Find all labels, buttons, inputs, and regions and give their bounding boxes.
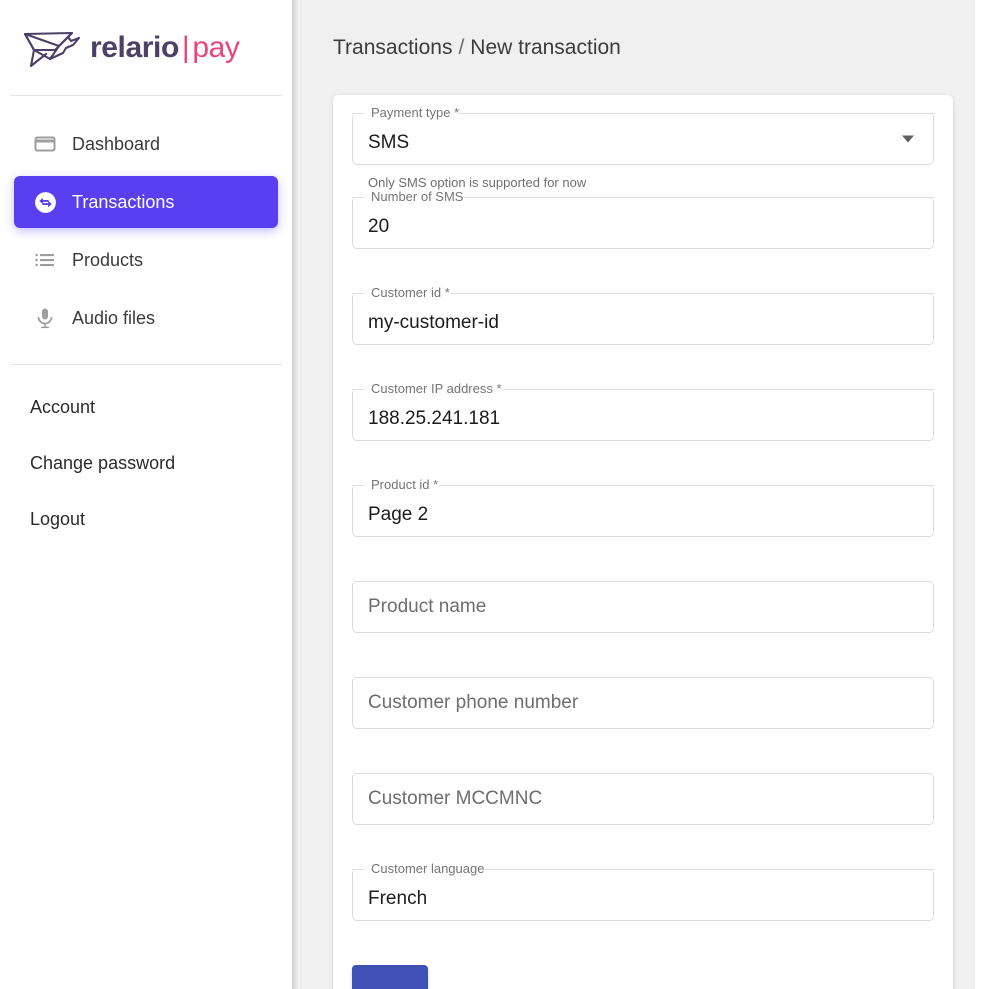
- number-of-sms-value[interactable]: 20: [368, 216, 389, 238]
- sidebar-item-change-password[interactable]: Change password: [0, 435, 292, 491]
- origami-bird-icon: [23, 31, 81, 67]
- submit-button[interactable]: [352, 965, 428, 989]
- page-right-edge: [975, 0, 985, 989]
- customer-id-value[interactable]: my-customer-id: [368, 312, 499, 334]
- submit-spacer: [352, 927, 934, 965]
- brand-wordmark: relario | pay: [90, 31, 240, 65]
- sidebar-nav: Dashboard Transactions Products Audio fi…: [0, 96, 292, 344]
- product-id-field[interactable]: Product id * Page 2: [352, 477, 934, 537]
- field-label: Payment type *: [371, 105, 460, 120]
- brand-logo[interactable]: relario | pay: [0, 0, 292, 95]
- sidebar-item-audio-files[interactable]: Audio files: [14, 292, 278, 344]
- breadcrumb-parent[interactable]: Transactions: [333, 36, 452, 59]
- brand-name: relario: [90, 30, 179, 64]
- product-name-field[interactable]: Product name: [352, 581, 934, 633]
- field-label: Customer id *: [371, 285, 450, 300]
- customer-mccmnc-field[interactable]: Customer MCCMNC: [352, 773, 934, 825]
- field-label: Number of SMS: [371, 189, 464, 204]
- field-label: Product id *: [371, 477, 439, 492]
- form-fields: Payment type * SMS Only SMS option is supp…: [352, 105, 934, 989]
- customer-phone-number-field[interactable]: Customer phone number: [352, 677, 934, 729]
- microphone-icon: [32, 305, 58, 331]
- sidebar-item-label: Logout: [30, 508, 86, 529]
- chevron-down-icon[interactable]: [902, 135, 914, 143]
- sidebar-item-label: Change password: [30, 452, 176, 473]
- breadcrumb: Transactions / New transaction: [300, 0, 975, 60]
- payment-type-value[interactable]: SMS: [368, 132, 409, 154]
- field-label: Customer language: [371, 861, 485, 876]
- customer-mccmnc-placeholder[interactable]: Customer MCCMNC: [368, 788, 542, 810]
- sidebar: relario | pay Dashboard Transactions Pro…: [0, 0, 292, 989]
- brand-separator: |: [181, 30, 190, 64]
- sidebar-item-label: Transactions: [72, 191, 175, 212]
- sidebar-item-label: Dashboard: [72, 133, 161, 154]
- app-window: relario | pay Dashboard Transactions Pro…: [0, 0, 985, 989]
- sidebar-secondary-nav: Account Change password Logout: [0, 365, 292, 547]
- sidebar-item-label: Audio files: [72, 307, 156, 328]
- list-icon: [32, 247, 58, 273]
- sidebar-item-label: Account: [30, 396, 96, 417]
- brand-suffix: pay: [192, 30, 240, 64]
- product-id-value[interactable]: Page 2: [368, 504, 428, 526]
- breadcrumb-current: New transaction: [470, 36, 621, 59]
- customer-language-field[interactable]: Customer language French: [352, 861, 934, 921]
- sidebar-item-logout[interactable]: Logout: [0, 491, 292, 547]
- field-spacer: [352, 639, 934, 677]
- field-spacer: [352, 735, 934, 773]
- sidebar-item-transactions[interactable]: Transactions: [14, 176, 278, 228]
- customer-ip-address-field[interactable]: Customer IP address * 188.25.241.181: [352, 381, 934, 441]
- customer-language-value[interactable]: French: [368, 888, 427, 910]
- sidebar-item-account[interactable]: Account: [0, 379, 292, 435]
- breadcrumb-separator: /: [458, 36, 465, 59]
- new-transaction-form-card: Payment type * SMS Only SMS option is supp…: [333, 95, 953, 989]
- main-content: Transactions / New transaction Payment typ…: [300, 0, 975, 989]
- sidebar-item-label: Products: [72, 249, 144, 270]
- field-spacer: [352, 543, 934, 581]
- credit-card-icon: [32, 131, 58, 157]
- field-label: Customer IP address *: [371, 381, 502, 396]
- customer-ip-address-value[interactable]: 188.25.241.181: [368, 408, 500, 430]
- number-of-sms-field[interactable]: Number of SMS 20: [352, 189, 934, 249]
- customer-id-field[interactable]: Customer id * my-customer-id: [352, 285, 934, 345]
- sidebar-item-dashboard[interactable]: Dashboard: [14, 118, 278, 170]
- sidebar-item-products[interactable]: Products: [14, 234, 278, 286]
- swap-horizontal-circle-icon: [32, 189, 58, 215]
- customer-phone-number-placeholder[interactable]: Customer phone number: [368, 692, 578, 714]
- product-name-placeholder[interactable]: Product name: [368, 596, 486, 618]
- payment-type-field[interactable]: Payment type * SMS: [352, 105, 934, 165]
